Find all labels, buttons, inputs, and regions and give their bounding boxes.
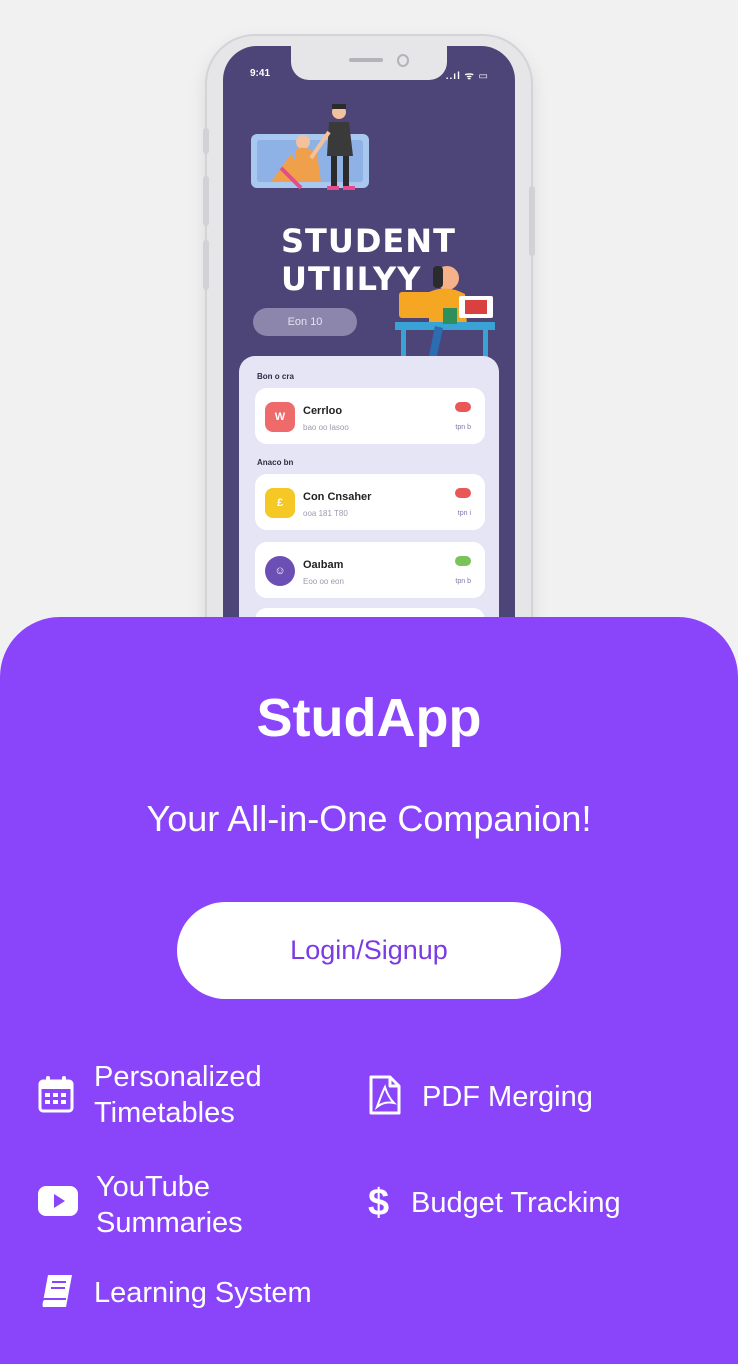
mockup-toggle-icon: [455, 402, 471, 412]
book-icon: [40, 1275, 72, 1308]
phone-mockup: 9:41 ..ıl ᯤ ▭ STUDENT UTIILYY Eon 10 Bon…: [203, 36, 535, 676]
mockup-hero-button: Eon 10: [253, 308, 357, 336]
mockup-list-item: W Cerrloo bao oo lasoo tpn b: [255, 388, 485, 444]
front-camera: [397, 54, 409, 67]
phone-side-button: [203, 128, 209, 154]
mockup-item-name: Oaıbam: [303, 559, 344, 571]
mockup-item-meta: tpn i: [457, 510, 471, 517]
feature-youtube-line1: YouTube: [96, 1171, 210, 1203]
mockup-app-icon: £: [265, 488, 295, 518]
phone-volume-up: [203, 176, 209, 226]
phone-volume-down: [203, 240, 209, 290]
calendar-icon: [38, 1076, 74, 1113]
feature-youtube-line2: Summaries: [96, 1207, 243, 1239]
mockup-app-icon: W: [265, 402, 295, 432]
mockup-avatar-icon: ☺: [265, 556, 295, 586]
welcome-sheet: StudApp Your All-in-One Companion! Login…: [0, 617, 738, 1364]
feature-pdf-label: PDF Merging: [422, 1081, 593, 1113]
mockup-item-name: Cerrloo: [303, 405, 343, 417]
app-title: StudApp: [256, 688, 482, 748]
feature-timetables-line2: Timetables: [94, 1097, 235, 1129]
feature-youtube-summaries: YouTube Summaries: [38, 1171, 318, 1255]
feature-learning-label: Learning System: [94, 1277, 312, 1309]
mockup-item-sub: ooa 181 T80: [303, 509, 348, 518]
speaker-grille: [349, 58, 383, 62]
feature-budget-label: Budget Tracking: [411, 1187, 621, 1219]
mockup-item-name: Con Cnsaher: [303, 491, 372, 503]
mockup-section-label: Bon o cra: [257, 372, 294, 381]
phone-screen: 9:41 ..ıl ᯤ ▭ STUDENT UTIILYY Eon 10 Bon…: [223, 46, 515, 676]
dollar-icon: $: [368, 1182, 390, 1224]
app-tagline: Your All-in-One Companion!: [146, 798, 592, 839]
mockup-item-sub: bao oo lasoo: [303, 423, 349, 432]
phone-power-button: [529, 186, 535, 256]
mockup-toggle-icon: [455, 556, 471, 566]
mockup-section-label: Anaco bn: [257, 458, 294, 467]
feature-budget-tracking: $ Budget Tracking: [368, 1183, 668, 1227]
students-illustration: [251, 104, 369, 190]
status-time: 9:41: [250, 68, 271, 79]
student-desk-illustration: [395, 266, 495, 364]
mockup-hero-title-line1: STUDENT: [281, 222, 456, 260]
feature-pdf-merging: PDF Merging: [368, 1075, 668, 1119]
mockup-list-item: ☺ Oaıbam Eoo oo eon tpn b: [255, 542, 485, 598]
login-signup-button[interactable]: Login/Signup: [177, 902, 561, 999]
phone-notch: [291, 46, 447, 80]
pdf-file-icon: [369, 1075, 401, 1115]
mockup-item-meta: tpn b: [455, 578, 471, 585]
mockup-list-item: £ Con Cnsaher ooa 181 T80 tpn i: [255, 474, 485, 530]
status-indicators: ..ıl ᯤ ▭: [445, 71, 489, 82]
mockup-toggle-icon: [455, 488, 471, 498]
feature-timetables-line1: Personalized: [94, 1061, 262, 1093]
mockup-item-sub: Eoo oo eon: [303, 577, 344, 586]
mockup-item-meta: tpn b: [455, 424, 471, 431]
feature-learning-system: Learning System: [38, 1273, 358, 1317]
youtube-icon: [38, 1186, 78, 1216]
feature-timetables: Personalized Timetables: [38, 1061, 318, 1155]
